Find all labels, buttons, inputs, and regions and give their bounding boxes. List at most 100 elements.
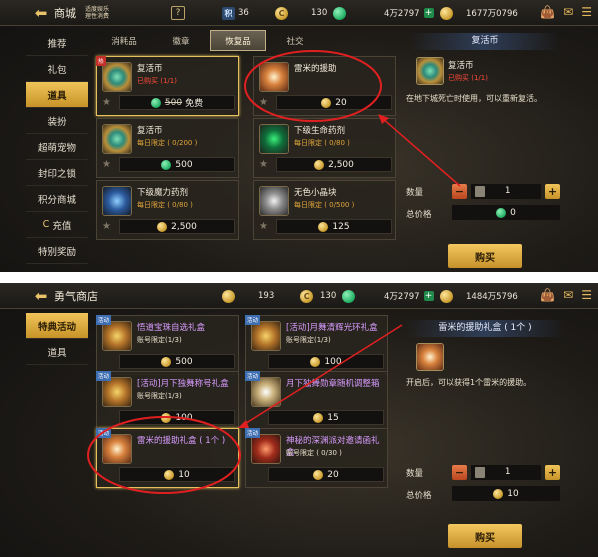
plus-button[interactable]: + — [545, 183, 560, 199]
minus-button[interactable]: − — [452, 183, 467, 199]
price-value: 500 — [175, 159, 193, 170]
sidebar-item-recharge[interactable]: C 充值 — [26, 212, 88, 238]
price-value: 15 — [327, 412, 339, 423]
sidebar-item-points[interactable]: 积分商城 — [26, 186, 88, 212]
bag-icon[interactable]: 👜 — [540, 288, 555, 302]
quantity-label: 数量 — [406, 188, 424, 198]
gold-coin-icon — [318, 221, 329, 232]
total-label: 总价格 — [406, 210, 432, 220]
sidebar-item-seal[interactable]: 封印之锁 — [26, 160, 88, 186]
gold-coin-icon — [321, 97, 332, 108]
item-name: 下级生命药剂 — [294, 126, 346, 136]
green-gem-icon — [496, 207, 507, 218]
item-card[interactable]: 活动 [活动]月下独舞称号礼盒 账号限定(1/3) 100 — [96, 371, 239, 431]
item-limit: 账号限定(1/3) — [137, 392, 182, 400]
sidebar-item-props[interactable]: 道具 — [26, 339, 88, 365]
item-name: [活动]月舞清辉光环礼盒 — [286, 323, 378, 333]
item-price: 500 免费 — [119, 95, 235, 110]
gold-coin-icon — [439, 289, 453, 303]
buy-button[interactable]: 购买 — [448, 524, 522, 548]
sidebar-item-special[interactable]: 特别奖励 — [26, 238, 88, 264]
tab-recovery[interactable]: 恢复品 — [210, 30, 266, 51]
back-arrow-icon[interactable]: ⬅ — [30, 3, 52, 23]
price-value: 2,500 — [328, 159, 354, 170]
sidebar-item-special-event[interactable]: 特典活动 — [26, 313, 88, 339]
add-gem-button[interactable]: + — [423, 8, 434, 18]
sidebar-item-props[interactable]: 道具 — [26, 82, 88, 108]
item-name: 雷米的援助 — [294, 64, 337, 74]
gold-coin-icon — [222, 289, 235, 303]
star-icon[interactable]: ★ — [102, 221, 111, 232]
add-gem-button[interactable]: + — [423, 291, 434, 301]
plus-button[interactable]: + — [545, 464, 560, 480]
quantity-field[interactable]: 1 — [471, 464, 541, 480]
item-card[interactable]: 下级魔力药剂 每日限定 ( 0/80 ) ★ 2,500 — [96, 180, 239, 240]
menu-icon[interactable]: ☰ — [581, 5, 592, 19]
item-name: 下级魔力药剂 — [137, 188, 189, 198]
star-icon[interactable]: ★ — [102, 97, 111, 108]
item-card[interactable]: 复活币 每日限定 ( 0/200 ) ★ 500 — [96, 118, 239, 178]
minus-button[interactable]: − — [452, 464, 467, 480]
mail-icon[interactable]: ✉ — [563, 5, 573, 19]
detail-title: 雷米的援助礼盒 ( 1个 ) — [405, 320, 565, 337]
buy-button[interactable]: 购买 — [448, 244, 522, 268]
quantity-stepper: − 1 + — [452, 464, 560, 480]
item-card[interactable]: 活动 神秘的深渊派对邀请函礼盒 账号限定 ( 0/30 ) 20 — [245, 428, 388, 488]
quantity-value: 1 — [505, 186, 511, 196]
event-ribbon: 活动 — [96, 371, 112, 381]
gold-coin-icon — [313, 469, 324, 480]
sidebar-item-outfit[interactable]: 装扮 — [26, 108, 88, 134]
item-limit: 每日限定 ( 0/500 ) — [294, 201, 355, 209]
star-icon[interactable]: ★ — [259, 221, 268, 232]
green-potion-icon — [259, 124, 289, 154]
total-price: 10 — [452, 486, 560, 501]
coupon-icon: C — [275, 6, 288, 20]
page-title: 商城 — [54, 6, 76, 20]
star-icon[interactable]: ★ — [259, 159, 268, 170]
bag-icon[interactable]: 👜 — [540, 5, 555, 19]
item-name: 月下独舞勋章随机调整箱 — [286, 379, 380, 389]
item-card[interactable]: 雷米的援助 ★ 20 — [253, 56, 396, 116]
sidebar-item-pack[interactable]: 礼包 — [26, 56, 88, 82]
menu-icon[interactable]: ☰ — [581, 288, 592, 302]
currency-value: 4万2797 — [384, 9, 420, 19]
mail-icon[interactable]: ✉ — [563, 288, 573, 302]
medal-icon: 积 — [222, 6, 235, 20]
gold-coin-icon — [314, 159, 325, 170]
item-card[interactable]: 活动 月下独舞勋章随机调整箱 15 — [245, 371, 388, 431]
star-icon[interactable]: ★ — [259, 97, 268, 108]
item-card[interactable]: 无色小晶块 每日限定 ( 0/500 ) ★ 125 — [253, 180, 396, 240]
price-value: 500 — [175, 356, 193, 367]
item-limit: 每日限定 ( 0/80 ) — [294, 139, 350, 147]
quantity-field[interactable]: 1 — [471, 183, 541, 199]
sidebar: 特典活动 道具 — [26, 313, 88, 365]
back-arrow-icon[interactable]: ⬅ — [30, 286, 52, 306]
sidebar-item-pets[interactable]: 超萌宠物 — [26, 134, 88, 160]
calculator-icon[interactable] — [475, 466, 485, 478]
price-value: 20 — [335, 97, 347, 108]
tab-badges[interactable]: 徽章 — [153, 30, 209, 51]
price-value: 免费 — [185, 99, 204, 109]
item-card[interactable]: 活动 悟道宝珠自选礼盒 账号限定(1/3) 500 — [96, 315, 239, 375]
coupon-icon: C — [42, 219, 50, 230]
calculator-icon[interactable] — [475, 185, 485, 197]
item-price: 125 — [276, 219, 392, 234]
help-icon[interactable]: ? — [171, 5, 185, 20]
item-price: 500 — [119, 354, 235, 369]
item-card[interactable]: 活动 [活动]月舞清辉光环礼盒 账号限定(1/3) 100 — [245, 315, 388, 375]
tab-consumables[interactable]: 消耗品 — [96, 30, 152, 51]
item-card[interactable]: 热 复活币 已购买 (1/1) ★ 500 免费 — [96, 56, 239, 116]
item-name: [活动]月下独舞称号礼盒 — [137, 379, 229, 389]
currency-value: 4万2797 — [384, 292, 420, 302]
item-card[interactable]: 下级生命药剂 每日限定 ( 0/80 ) ★ 2,500 — [253, 118, 396, 178]
star-icon[interactable]: ★ — [102, 159, 111, 170]
currency-gem: 4万2797 + — [384, 6, 456, 20]
tab-bar: 消耗品 徽章 恢复品 社交 — [96, 30, 324, 51]
tab-social[interactable]: 社交 — [267, 30, 323, 51]
item-card[interactable]: 活动 雷米的援助礼盒 ( 1个 ) 10 — [96, 428, 239, 488]
detail-name: 复活币 — [448, 61, 474, 71]
event-ribbon: 活动 — [96, 315, 112, 325]
item-limit: 已购买 (1/1) — [137, 77, 177, 85]
detail-description: 在地下城死亡时使用，可以重新复活。 — [406, 94, 542, 103]
sidebar-item-recommend[interactable]: 推荐 — [26, 30, 88, 56]
